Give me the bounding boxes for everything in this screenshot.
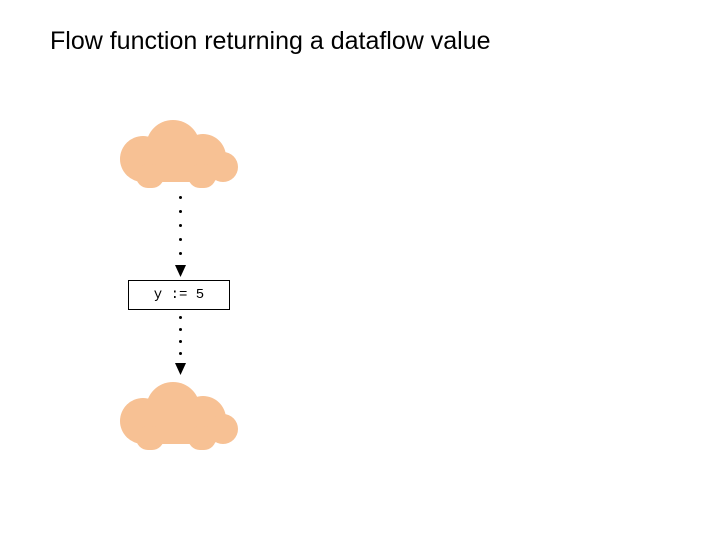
arrow-down-icon	[176, 310, 186, 380]
slide-canvas: Flow function returning a dataflow value…	[0, 0, 720, 540]
statement-box: y := 5	[128, 280, 230, 310]
page-title: Flow function returning a dataflow value	[50, 28, 491, 56]
arrow-down-icon	[176, 190, 186, 280]
cloud-icon	[118, 380, 238, 450]
cloud-icon	[118, 118, 238, 188]
